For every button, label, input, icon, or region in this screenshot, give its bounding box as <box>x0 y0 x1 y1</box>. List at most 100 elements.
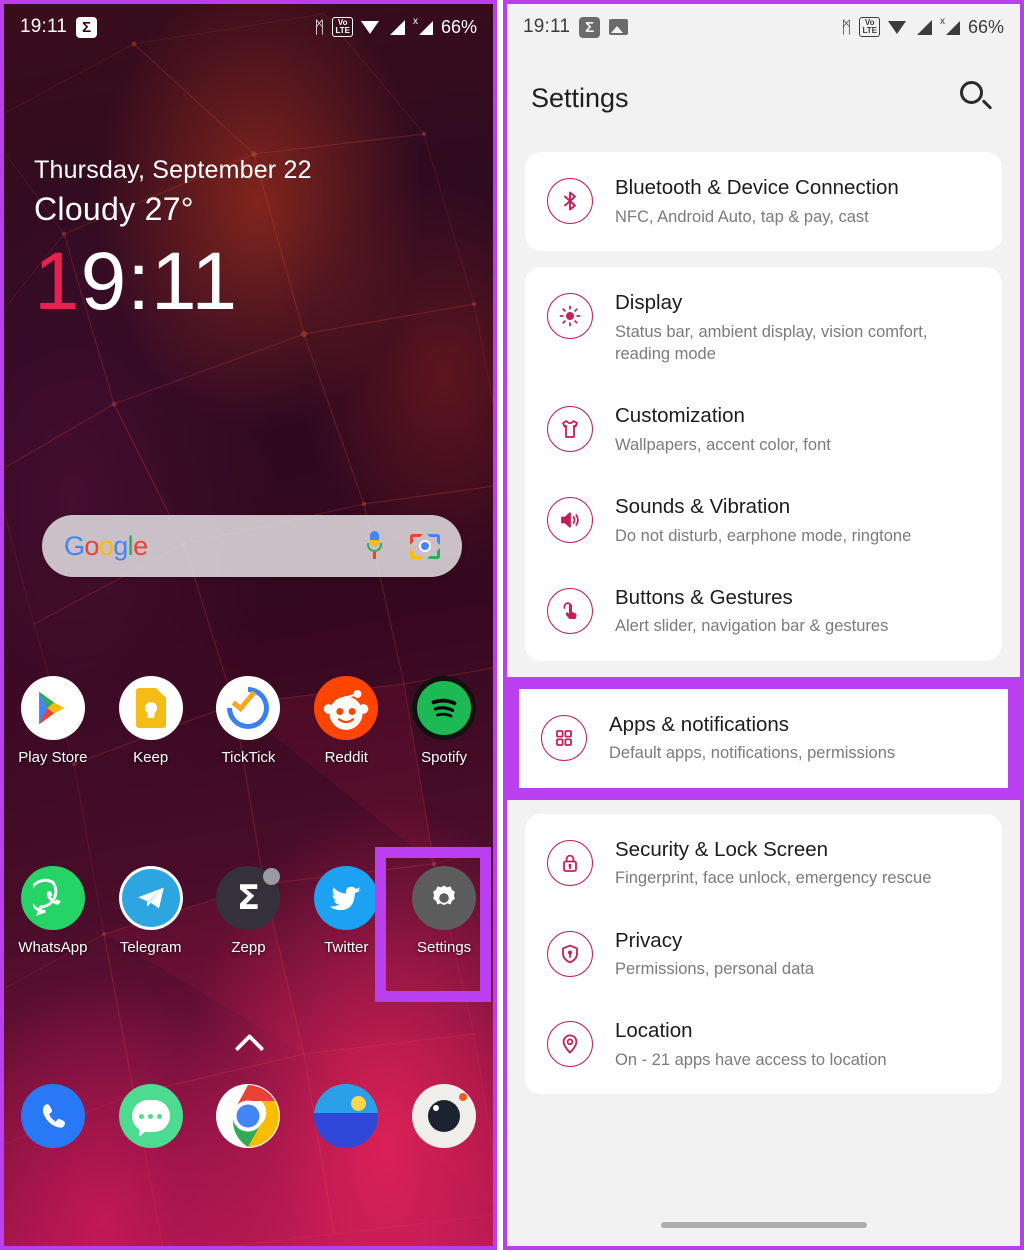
phone-icon <box>20 1084 85 1148</box>
apps-notifications-highlight: Apps & notifications Default apps, notif… <box>507 676 1020 800</box>
app-camera[interactable]: Camera <box>402 1084 486 1148</box>
settings-item-title: Buttons & Gestures <box>615 585 793 609</box>
bluetooth-icon: ᛗ <box>314 17 325 37</box>
bluetooth-icon: ᛗ <box>841 17 852 37</box>
settings-header: Settings <box>507 50 1020 146</box>
screenshot-status-icon <box>609 19 629 35</box>
app-zepp[interactable]: Σ Zepp <box>206 866 290 956</box>
app-label: Spotify <box>421 749 467 766</box>
clock-accent-digit: 1 <box>34 236 81 327</box>
whatsapp-icon <box>20 866 85 930</box>
settings-group-connection: Bluetooth & Device Connection NFC, Andro… <box>525 152 1002 251</box>
settings-item-subtitle: Alert slider, navigation bar & gestures <box>615 617 889 636</box>
microphone-icon[interactable] <box>367 531 382 561</box>
wifi-icon <box>887 20 907 35</box>
settings-item-title: Security & Lock Screen <box>615 837 829 861</box>
gesture-tap-icon <box>547 587 593 634</box>
settings-item-subtitle: On - 21 apps have access to location <box>615 1051 887 1070</box>
messages-icon <box>118 1084 183 1148</box>
chevron-up-icon[interactable] <box>236 1030 262 1056</box>
app-label: Zepp <box>231 939 266 956</box>
app-settings[interactable]: Settings <box>402 866 486 956</box>
search-icon[interactable] <box>956 78 996 118</box>
volte-icon: Vo LTE <box>859 17 880 37</box>
settings-item-bluetooth[interactable]: Bluetooth & Device Connection NFC, Andro… <box>525 156 1002 247</box>
settings-item-privacy[interactable]: Privacy Permissions, personal data <box>525 909 1002 1000</box>
battery-percent: 66% <box>967 16 1004 37</box>
app-label: Settings <box>416 939 472 956</box>
brightness-icon <box>547 292 593 339</box>
google-logo: Google <box>64 530 148 561</box>
home-screen-panel: 19:11 Σ ᛗ Vo LTE x 66% Thursday, Septemb… <box>0 0 497 1250</box>
settings-item-subtitle: Default apps, notifications, permissions <box>609 744 896 763</box>
chrome-icon <box>216 1084 281 1148</box>
settings-item-sounds[interactable]: Sounds & Vibration Do not disturb, earph… <box>525 475 1002 566</box>
google-lens-icon[interactable] <box>410 533 440 559</box>
twitter-icon <box>314 866 379 930</box>
settings-list[interactable]: Bluetooth & Device Connection NFC, Andro… <box>507 152 1020 1246</box>
settings-item-subtitle: NFC, Android Auto, tap & pay, cast <box>615 207 869 226</box>
location-pin-icon <box>547 1021 593 1068</box>
shield-key-icon <box>547 930 593 977</box>
app-twitter[interactable]: Twitter <box>304 866 388 956</box>
tshirt-icon <box>547 406 593 453</box>
app-label: Keep <box>133 749 169 766</box>
settings-gear-icon <box>412 866 477 930</box>
clock-weather-widget[interactable]: Thursday, September 22 Cloudy 27° 1 9:11 <box>34 156 312 327</box>
camera-icon <box>412 1084 477 1148</box>
home-status-bar: 19:11 Σ ᛗ Vo LTE x 66% <box>4 4 493 50</box>
settings-group-privacy: Security & Lock Screen Fingerprint, face… <box>525 813 1002 1095</box>
signal-icon <box>388 19 405 35</box>
widget-clock: 1 9:11 <box>34 236 312 327</box>
zepp-status-icon: Σ <box>76 16 98 38</box>
wifi-icon <box>360 20 380 35</box>
telegram-icon <box>118 866 183 930</box>
reddit-icon <box>314 676 379 740</box>
settings-item-title: Apps & notifications <box>609 712 790 736</box>
settings-item-security[interactable]: Security & Lock Screen Fingerprint, face… <box>525 818 1002 909</box>
status-time: 19:11 <box>20 16 68 37</box>
play-store-icon <box>20 676 85 740</box>
sim-x-label: x <box>939 15 945 27</box>
home-gesture-pill[interactable] <box>660 1222 867 1228</box>
settings-group-apps: Apps & notifications Default apps, notif… <box>519 688 1008 788</box>
app-messages[interactable]: Messages <box>109 1084 193 1148</box>
app-label: Reddit <box>324 749 368 766</box>
app-gallery[interactable]: Gallery <box>304 1084 388 1148</box>
app-play-store[interactable]: Play Store <box>11 676 95 766</box>
settings-item-buttons-gestures[interactable]: Buttons & Gestures Alert slider, navigat… <box>525 566 1002 657</box>
settings-item-apps-notifications[interactable]: Apps & notifications Default apps, notif… <box>519 693 1008 784</box>
signal-triangle <box>945 20 960 35</box>
clock-rest-digits: 9:11 <box>80 236 239 327</box>
sim-x-label: x <box>412 15 418 27</box>
settings-item-subtitle: Permissions, personal data <box>615 960 815 979</box>
app-spotify[interactable]: Spotify <box>402 676 486 766</box>
zepp-notification-badge <box>263 868 281 885</box>
settings-status-bar: 19:11 Σ ᛗ Vo LTE x 66% <box>507 4 1020 50</box>
settings-item-display[interactable]: Display Status bar, ambient display, vis… <box>525 271 1002 384</box>
settings-item-title: Sounds & Vibration <box>615 494 791 518</box>
settings-item-title: Customization <box>615 404 745 428</box>
settings-item-title: Privacy <box>615 928 683 952</box>
app-keep[interactable]: Keep <box>109 676 193 766</box>
volte-bottom-label: LTE <box>335 26 350 35</box>
settings-item-title: Location <box>615 1019 693 1043</box>
zepp-status-icon: Σ <box>579 16 601 38</box>
settings-item-subtitle: Fingerprint, face unlock, emergency resc… <box>615 869 932 888</box>
settings-item-customization[interactable]: Customization Wallpapers, accent color, … <box>525 384 1002 475</box>
app-reddit[interactable]: Reddit <box>304 676 388 766</box>
app-label: Twitter <box>324 939 369 956</box>
app-phone[interactable]: Phone <box>11 1084 95 1148</box>
settings-item-title: Bluetooth & Device Connection <box>615 176 899 199</box>
spotify-icon <box>412 676 477 740</box>
settings-item-location[interactable]: Location On - 21 apps have access to loc… <box>525 999 1002 1090</box>
app-telegram[interactable]: Telegram <box>109 866 193 956</box>
app-whatsapp[interactable]: WhatsApp <box>11 866 95 956</box>
app-ticktick[interactable]: TickTick <box>206 676 290 766</box>
app-label: TickTick <box>221 749 276 766</box>
app-row-1: Play Store Keep TickTick Reddit Spotify <box>4 676 493 766</box>
app-chrome[interactable]: Chrome <box>206 1084 290 1148</box>
signal-icon <box>915 19 932 35</box>
gallery-icon <box>314 1084 379 1148</box>
google-search-bar[interactable]: Google <box>42 515 462 577</box>
